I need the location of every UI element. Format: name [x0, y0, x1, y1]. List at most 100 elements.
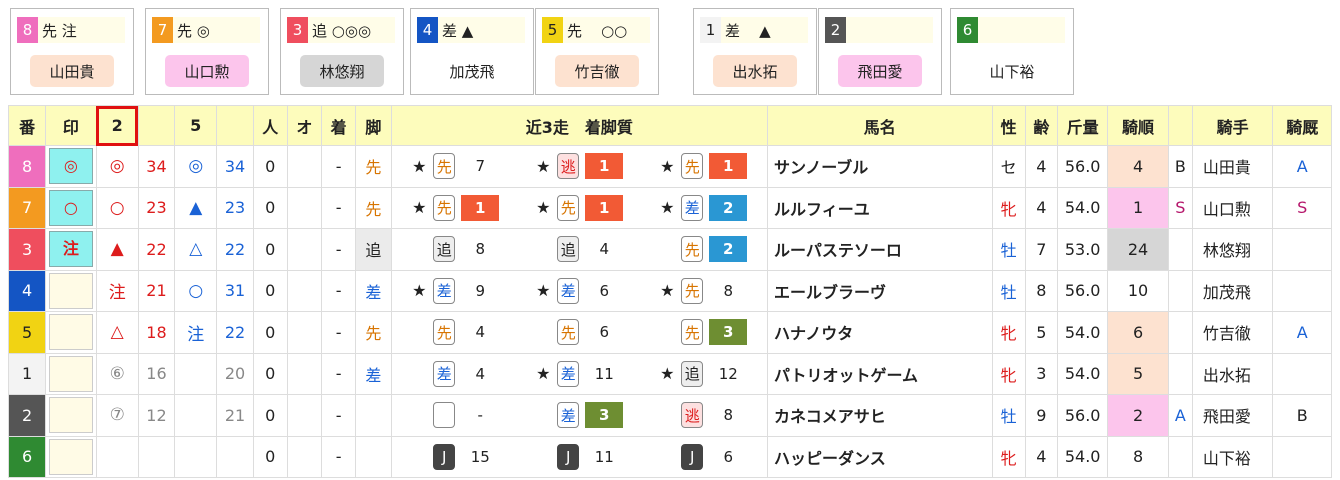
horse-card-header: 8先 注 — [17, 17, 125, 43]
race-style-badge: 先 — [433, 153, 456, 180]
star-icon: ★ — [536, 198, 551, 218]
horse-card-header: 3追 ○◎◎ — [287, 17, 395, 43]
horse-name-cell[interactable]: サンノーブル — [767, 145, 993, 188]
horse-card[interactable]: 6 山下裕 — [950, 8, 1074, 95]
horse-card-header: 6 — [957, 17, 1065, 43]
running-style-cell: 先 — [355, 311, 392, 354]
col-header-kijun[interactable]: 騎順 — [1107, 105, 1169, 146]
race-finish-position: 8 — [723, 281, 734, 300]
horse-name-cell[interactable]: ハナノウタ — [767, 311, 993, 354]
jockey-grade-cell: A — [1167, 394, 1193, 437]
horse-name-cell[interactable]: ハッピーダンス — [767, 435, 993, 478]
popularity-cell: 0 — [252, 186, 288, 229]
table-row[interactable]: 8 ◎ ◎ 34 ◎ 34 0- 先 ★ 先 7 ★ 逃 1 ★ 先 1 サンノーブルセ 4 56.0 4 B 山田貴 A — [7, 145, 1332, 188]
mark-input[interactable] — [48, 314, 93, 351]
mark-input[interactable]: 注 — [48, 231, 93, 268]
table-row[interactable]: 3 注 ▲ 22 △ 22 0- 追追 8 追 4 先 2 ルーパステソーロ牡 7 53.0 24 林悠翔 — [7, 228, 1332, 271]
jockey-cell[interactable]: 山下裕 — [1191, 435, 1274, 478]
mark-input[interactable] — [48, 438, 93, 475]
col-header-recent[interactable]: 近3走 着脚質 — [390, 105, 769, 146]
jockey-cell[interactable]: 飛田愛 — [1191, 394, 1274, 437]
col-header-kiu[interactable]: 騎厩 — [1272, 105, 1332, 146]
table-row[interactable]: 4 注 21 ○ 31 0- 差 ★ 差 9 ★ 差 6 ★ 先 8 エールブラーヴ牡 8 56.0 10 加茂飛 — [7, 269, 1332, 312]
col-header-age[interactable]: 齢 — [1024, 105, 1059, 146]
age-cell: 4 — [1024, 186, 1059, 229]
age-cell: 5 — [1024, 311, 1059, 354]
horse-card-number: 1 — [700, 17, 721, 43]
mark-input[interactable] — [48, 397, 93, 434]
table-row[interactable]: 5 △ 18 注 22 0- 先先 4 先 6 先 3 ハナノウタ牝 5 54.0 6 竹吉徹 A — [7, 311, 1332, 354]
horse-card[interactable]: 5先 ○○ 竹吉徹 — [535, 8, 659, 95]
table-row[interactable]: 6 0- J 15 J 11 J 6 ハッピーダンス牝 4 54.0 8 山下裕 — [7, 435, 1332, 478]
mark-cell[interactable]: ◎ — [45, 145, 97, 188]
jockey-rank-cell: 10 — [1107, 269, 1169, 312]
horse-name-cell[interactable]: パトリオットゲーム — [767, 352, 993, 395]
mark-cell[interactable] — [45, 311, 97, 354]
horse-name-cell[interactable]: カネコメアサヒ — [767, 394, 993, 437]
horse-name-cell[interactable]: エールブラーヴ — [767, 269, 993, 312]
col-header-chaku[interactable]: 着 — [321, 105, 357, 146]
horse-card[interactable]: 3追 ○◎◎ 林悠翔 — [280, 8, 404, 95]
jockey-grade-cell — [1167, 269, 1193, 312]
col-header-ban[interactable]: 番 — [7, 105, 47, 146]
jockey-grade-cell — [1167, 352, 1193, 395]
col-header-o[interactable]: オ — [286, 105, 323, 146]
mark-input[interactable] — [48, 272, 93, 309]
star-icon: ★ — [412, 156, 427, 176]
horse-name-cell[interactable]: ルーパステソーロ — [767, 228, 993, 271]
mark-cell[interactable] — [45, 435, 97, 478]
horse-card[interactable]: 7先 ◎ 山口勲 — [145, 8, 269, 95]
jockey-cell[interactable]: 加茂飛 — [1191, 269, 1274, 312]
col-header-k2[interactable]: 2 — [95, 105, 139, 146]
recent-races-cell: ★ 先 7 ★ 逃 1 ★ 先 1 — [390, 145, 769, 188]
running-style-cell — [355, 435, 392, 478]
horse-name-cell[interactable]: ルルフィーユ — [767, 186, 993, 229]
table-row[interactable]: 7 ○ ○ 23 ▲ 23 0- 先 ★ 先 1 ★ 先 1 ★ 差 2 ルルフィーユ牝 4 54.0 1 S 山口勲 S — [7, 186, 1332, 229]
col-header-name[interactable]: 馬名 — [767, 105, 993, 146]
horse-card[interactable]: 8先 注山田貴 — [10, 8, 134, 95]
col-header-shirushi[interactable]: 印 — [45, 105, 97, 146]
recent-races: ★ 先 7 ★ 逃 1 ★ 先 1 — [392, 153, 767, 180]
k5-value-cell: 22 — [216, 311, 254, 354]
recent-race: ★ 追 12 — [641, 360, 765, 387]
col-header-kyaku[interactable]: 脚 — [355, 105, 392, 146]
recent-races: -差3逃8 — [392, 402, 767, 429]
recent-races-cell: -差3逃8 — [390, 394, 769, 437]
horse-card[interactable]: 2 飛田愛 — [818, 8, 942, 95]
race-finish-position: 2 — [709, 236, 748, 263]
jockey-rank-cell: 2 — [1107, 394, 1169, 437]
recent-race: 差4 — [393, 360, 517, 387]
col-header-weight[interactable]: 斤量 — [1056, 105, 1109, 146]
recent-race: ★ 先 8 — [641, 277, 765, 304]
horse-card-marks: 差 ▲ — [725, 21, 771, 40]
mark-input[interactable]: ◎ — [48, 148, 93, 185]
mark-input[interactable]: ○ — [48, 189, 93, 226]
mark-cell[interactable] — [45, 394, 97, 437]
k5-value-cell — [216, 435, 254, 478]
horse-card[interactable]: 1差 ▲ 出水拓 — [693, 8, 817, 95]
col-header-k5[interactable]: 5 — [174, 105, 218, 146]
mark-cell[interactable] — [45, 352, 97, 395]
jockey-cell[interactable]: 山口勲 — [1191, 186, 1274, 229]
jockey-cell[interactable]: 山田貴 — [1191, 145, 1274, 188]
mark-cell[interactable]: 注 — [45, 228, 97, 271]
mark-cell[interactable]: ○ — [45, 186, 97, 229]
mark-input[interactable] — [48, 355, 93, 392]
running-style-cell: 差 — [355, 269, 392, 312]
col-header-sex[interactable]: 性 — [991, 105, 1026, 146]
mark-cell[interactable] — [45, 269, 97, 312]
jockey-rank-cell: 5 — [1107, 352, 1169, 395]
table-row[interactable]: 1 ⑥ 16 20 0- 差差 4 ★ 差 11 ★ 追 12 パトリオットゲーム牝 3 54.0 5 出水拓 — [7, 352, 1332, 395]
jockey-cell[interactable]: 竹吉徹 — [1191, 311, 1274, 354]
jockey-cell[interactable]: 出水拓 — [1191, 352, 1274, 395]
table-row[interactable]: 2 ⑦ 12 21 0- - 差 3 逃 8 カネコメアサヒ牡 9 56.0 2 A 飛田愛 B — [7, 394, 1332, 437]
recent-races: ★ 先 1 ★ 先 1 ★ 差 2 — [392, 194, 767, 221]
jockey-cell[interactable]: 林悠翔 — [1191, 228, 1274, 271]
horse-number-cell: 6 — [7, 435, 47, 478]
recent-races-cell: 先4先6先3 — [390, 311, 769, 354]
col-header-hito[interactable]: 人 — [252, 105, 288, 146]
col-header-jockey[interactable]: 騎手 — [1191, 105, 1274, 146]
horse-card[interactable]: 4差 ▲ 加茂飛 — [410, 8, 534, 95]
sex-cell: 牝 — [991, 311, 1026, 354]
odds-cell — [286, 435, 323, 478]
